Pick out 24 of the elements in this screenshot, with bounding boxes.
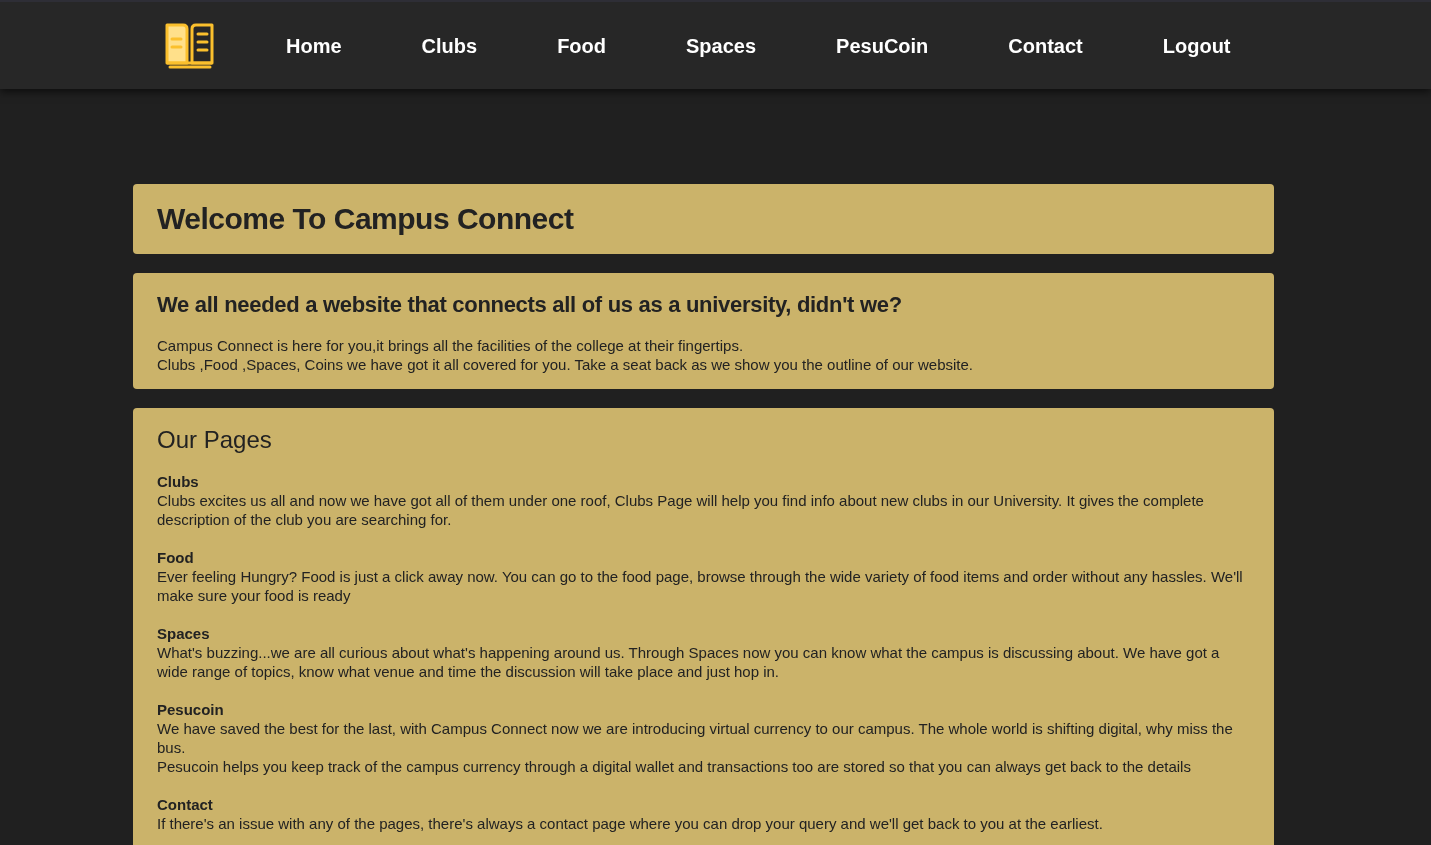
page-section-title: Pesucoin	[157, 700, 225, 719]
nav-link[interactable]: PesuCoin	[796, 31, 969, 60]
nav-link[interactable]: Home	[246, 31, 382, 60]
page-section-title: Food	[157, 548, 195, 567]
intro-heading: We all needed a website that connects all of us as a university, didn't we?	[157, 291, 903, 319]
page-section-description: Clubs excites us all and now we have got all of them under one roof, Clubs Page will help you find info about new clubs in our University. It gives the complete description of the club you are searching for.	[157, 491, 1205, 529]
page-section-description: What's buzzing...we are all curious about what's happening around us. Through Spaces now you can know what the campus is discussing about. We have got a wide range of topics, know what venue and time the discussion will take place and just hop in.	[157, 643, 1221, 681]
pages-heading: Our Pages	[157, 425, 273, 455]
nav-link[interactable]: Food	[517, 31, 646, 60]
page-section-title: Clubs	[157, 472, 200, 491]
page-section-description: Pesucoin helps you keep track of the campus currency through a digital wallet and transactions too are stored so that you can always get back to the details	[157, 757, 1192, 776]
nav-link[interactable]: Contact	[968, 31, 1123, 60]
nav-link[interactable]: Clubs	[381, 31, 518, 60]
page-section-description: Ever feeling Hungry? Food is just a click away now. You can go to the food page, browse through the wide variety of food items and order without any hassles. We'll make sure your food is ready	[157, 567, 1244, 605]
nav-link[interactable]: Logout	[1122, 31, 1271, 60]
intro-text: Campus Connect is here for you,it brings all the facilities of the college at their fingertips.	[157, 336, 745, 355]
intro-text: Clubs ,Food ,Spaces, Coins we have got it all covered for you. Take a seat back as we show you the outline of our website.	[157, 355, 974, 374]
page-section-title: Spaces	[157, 624, 211, 643]
page-section-description: We have saved the best for the last, with Campus Connect now we are introducing virtual currency to our campus. The whole world is shifting digital, why miss the bus.	[157, 719, 1234, 757]
open-book-logo-icon[interactable]	[165, 22, 214, 69]
page-section-title: Contact	[157, 795, 214, 814]
nav-link[interactable]: Spaces	[646, 31, 797, 60]
welcome-title: Welcome To Campus Connect	[157, 201, 575, 237]
page-section-description: If there's an issue with any of the pages, there's always a contact page where you can drop your query and we'll get back to you at the earliest.	[157, 814, 1104, 833]
